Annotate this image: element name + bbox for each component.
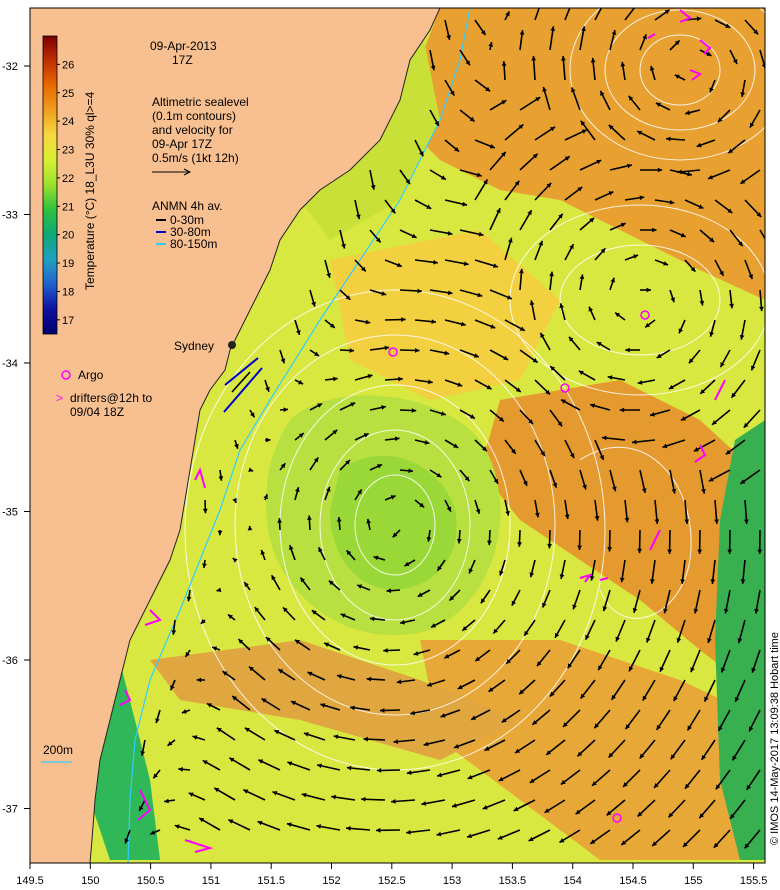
altimetry-line-2: (0.1m contours) [152,109,236,123]
colorbar-tick-label: 19 [62,258,74,270]
altimetry-line-4: 09-Apr 17Z [152,137,212,151]
colorbar-tick-label: 18 [62,286,74,298]
velocity-arrow-head [602,0,606,4]
altimetry-line-5: 0.5m/s (1kt 12h) [152,151,239,165]
y-tick-label: -37 [2,804,18,816]
y-tick-label: -33 [2,210,18,222]
velocity-arrow-head [570,0,574,3]
x-tick-label: 153 [443,875,461,887]
map-date: 09-Apr-2013 [150,39,217,53]
velocity-arrow-head [538,0,543,5]
x-tick-label: 151.5 [257,875,285,887]
y-tick-label: -34 [2,358,18,370]
y-tick-label: -36 [2,655,18,667]
y-tick-label: -32 [2,61,18,73]
isobath-legend-label: 200m [43,743,73,757]
colorbar-tick-label: 26 [62,59,74,71]
x-tick-label: 155 [684,875,702,887]
anmn-label-2: 80-150m [170,237,217,251]
sst-map: 26 25 24 23 22 21 20 19 18 17 Temperature (°C) 18… [2,0,780,887]
x-tick-label: 152 [322,875,340,887]
plot-area [30,0,771,863]
drifter-legend-line-2: 09/04 18Z [70,405,124,419]
colorbar-label: Temperature (°C) 18_L3U 30% ql>=4 [83,91,97,290]
colorbar-tick-label: 20 [62,230,74,242]
map-time: 17Z [172,53,193,67]
x-tick-label: 150 [81,875,99,887]
x-tick-label: 152.5 [378,875,406,887]
colorbar-tick-label: 22 [62,173,74,185]
x-tick-label: 154 [564,875,582,887]
colorbar-ramp [42,35,58,335]
x-tick-label: 154.5 [619,875,647,887]
y-tick-label: -35 [2,507,18,519]
x-axis-ticks: 149.5 150 150.5 151 151.5 152 152.5 153 153.5 154… [16,863,767,887]
argo-legend-label: Argo [78,368,104,382]
anmn-legend-title: ANMN 4h av. [152,199,222,213]
drifter-legend-symbol: > [56,391,63,405]
colorbar-tick-label: 23 [62,145,74,157]
city-label-sydney: Sydney [174,339,214,353]
x-tick-label: 155.5 [740,875,768,887]
colorbar-tick-label: 25 [62,88,74,100]
x-tick-label: 151 [202,875,220,887]
sydney-marker [228,341,236,349]
credit-text: © IMOS 14-May-2017 13:09:38 Hobart time [769,632,780,845]
velocity-arrow-head [767,245,771,250]
altimetry-line-3: and velocity for [152,123,233,137]
y-axis-ticks: -32 -33 -34 -35 -36 -37 [2,61,30,816]
x-tick-label: 149.5 [16,875,44,887]
drifter-legend-line-1: drifters@12h to [70,391,153,405]
colorbar-tick-label: 21 [62,201,74,213]
altimetry-line-1: Altimetric sealevel [152,95,249,109]
x-tick-label: 153.5 [499,875,527,887]
x-tick-label: 150.5 [137,875,165,887]
colorbar-tick-label: 24 [62,116,74,128]
colorbar-tick-label: 17 [62,315,74,327]
